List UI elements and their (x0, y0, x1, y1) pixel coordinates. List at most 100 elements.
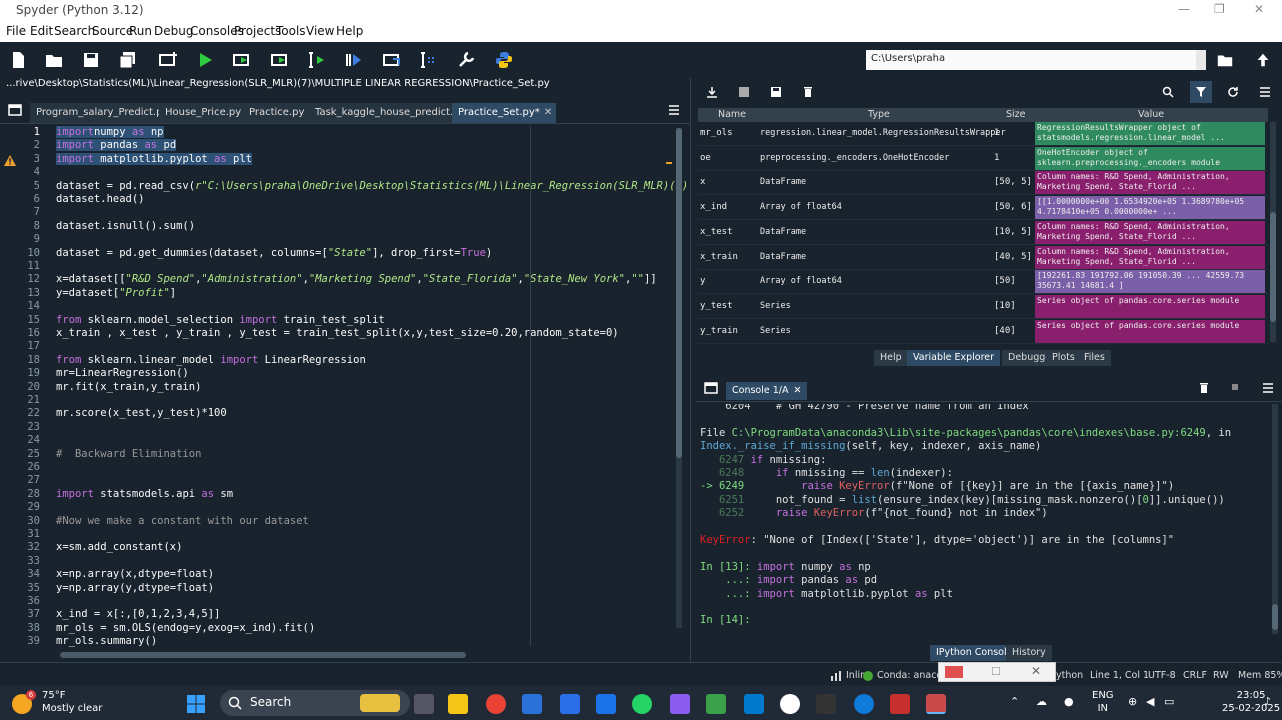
start-icon[interactable] (186, 694, 206, 714)
variable-row[interactable]: y_test Series [10] Series object of pandas.… (698, 294, 1268, 319)
terminal-icon[interactable] (816, 694, 836, 714)
console-output[interactable]: 6204 # GH 42790 - Preserve name from an … (700, 404, 1270, 640)
parent-directory-icon[interactable] (1254, 51, 1272, 69)
variable-row[interactable]: oe preprocessing._encoders.OneHotEncoder 1… (698, 146, 1268, 171)
new-file-icon[interactable] (8, 50, 28, 70)
close-button[interactable]: ✕ (1254, 2, 1264, 16)
winrar-icon[interactable] (560, 694, 580, 714)
remove-all-variables-icon[interactable] (802, 86, 814, 98)
notepad-icon[interactable] (706, 694, 726, 714)
header-type[interactable]: Type (868, 109, 890, 120)
store-icon[interactable] (522, 694, 542, 714)
clock[interactable]: 23:05 25-02-2025 (1222, 689, 1280, 715)
menu-run[interactable]: Run (129, 24, 152, 38)
spyder-taskbar-icon[interactable] (926, 694, 946, 714)
language-indicator[interactable]: ENG IN (1092, 689, 1114, 715)
open-file-icon[interactable] (44, 50, 64, 70)
debug-selection-icon[interactable] (419, 50, 439, 70)
console-scrollbar[interactable] (1272, 404, 1278, 634)
variable-row[interactable]: x_train DataFrame [40, 5] Column names: R&D… (698, 245, 1268, 270)
preview-close-icon[interactable]: ✕ (1031, 664, 1041, 678)
working-directory-dropdown[interactable] (1196, 50, 1206, 70)
task-view-icon[interactable] (414, 694, 434, 714)
working-directory-input[interactable]: C:\Users\praha (866, 50, 1206, 70)
refresh-icon[interactable] (1227, 86, 1239, 98)
variable-row[interactable]: x_test DataFrame [10, 5] Column names: R&D … (698, 220, 1268, 245)
tab-files[interactable]: Files (1078, 350, 1111, 366)
run-cell-icon[interactable] (232, 50, 252, 70)
taskbar-search[interactable]: Search (220, 690, 410, 716)
remove-console-icon[interactable] (1198, 382, 1210, 394)
outlook-icon[interactable] (596, 694, 616, 714)
chatgpt-icon[interactable] (780, 694, 800, 714)
app-icon[interactable] (890, 694, 910, 714)
variable-row[interactable]: mr_ols regression.linear_model.Regression… (698, 122, 1268, 146)
weather-widget[interactable]: 75°F Mostly clear (42, 689, 102, 715)
preview-maximize-icon[interactable]: ☐ (991, 665, 1001, 678)
battery-icon[interactable]: ▭ (1164, 695, 1174, 708)
save-data-icon[interactable] (738, 86, 750, 98)
header-size[interactable]: Size (1006, 109, 1026, 120)
stop-kernel-icon[interactable] (1230, 382, 1240, 392)
wifi-icon[interactable]: ⊕ (1128, 695, 1137, 708)
close-tab-icon[interactable]: ✕ (544, 107, 552, 118)
menu-projects[interactable]: Projects (234, 24, 281, 38)
run-selection-icon[interactable] (307, 50, 327, 70)
tab-practice-set[interactable]: Practice_Set.py* ✕ (452, 103, 558, 123)
tab-help[interactable]: Help (874, 350, 908, 366)
preferences-wrench-icon[interactable] (456, 50, 476, 70)
variable-row[interactable]: y Array of float64 [50] [192261.83 191792.0… (698, 270, 1268, 295)
python-status[interactable]: ython (1056, 670, 1083, 681)
options-menu-icon[interactable] (1262, 382, 1274, 394)
run-file-icon[interactable] (195, 50, 215, 70)
onedrive-icon[interactable]: ☁ (1036, 695, 1047, 708)
chrome-icon[interactable] (486, 694, 506, 714)
notifications-icon[interactable]: ♪ (1264, 695, 1271, 708)
import-data-icon[interactable] (706, 86, 718, 98)
menu-debug[interactable]: Debug (154, 24, 193, 38)
menu-help[interactable]: Help (336, 24, 363, 38)
tab-plots[interactable]: Plots (1046, 350, 1081, 366)
microphone-icon[interactable]: ● (1064, 695, 1074, 708)
menu-search[interactable]: Search (54, 24, 95, 38)
browse-folder-icon[interactable] (1216, 51, 1234, 69)
debug-cell-icon[interactable] (382, 50, 402, 70)
volume-icon[interactable]: ◀ (1146, 695, 1154, 708)
variable-row[interactable]: x DataFrame [50, 5] Column names: R&D Spend… (698, 171, 1268, 196)
maximize-button[interactable]: ❐ (1214, 2, 1225, 16)
tab-variable-explorer[interactable]: Variable Explorer (907, 350, 1001, 366)
options-menu-icon[interactable] (1259, 86, 1271, 98)
menu-edit[interactable]: Edit (30, 24, 53, 38)
header-name[interactable]: Name (718, 109, 746, 120)
browse-tabs-icon[interactable] (704, 382, 718, 394)
save-all-icon[interactable] (118, 50, 138, 70)
new-cell-icon[interactable] (158, 50, 178, 70)
vscode-icon[interactable] (744, 694, 764, 714)
menu-source[interactable]: Source (92, 24, 133, 38)
options-menu-icon[interactable] (668, 104, 680, 116)
minimize-button[interactable]: — (1178, 2, 1190, 16)
search-variables-icon[interactable] (1162, 86, 1174, 98)
close-tab-icon[interactable]: ✕ (793, 385, 801, 396)
tab-history[interactable]: History (1006, 645, 1052, 661)
run-to-line-icon[interactable] (344, 50, 364, 70)
variable-row[interactable]: x_ind Array of float64 [50, 6] [[1.0000000e… (698, 196, 1268, 221)
file-explorer-icon[interactable] (448, 694, 468, 714)
menu-view[interactable]: View (306, 24, 334, 38)
menu-tools[interactable]: Tools (276, 24, 306, 38)
whatsapp-icon[interactable] (632, 694, 652, 714)
editor-vertical-scrollbar[interactable] (676, 128, 682, 628)
copilot-icon[interactable] (670, 694, 690, 714)
code-area[interactable]: 1 importnumpy as np 2 import pandas as pd 3 i… (0, 126, 694, 648)
tab-console-1a[interactable]: Console 1/A ✕ (726, 382, 808, 400)
filter-variables-button[interactable] (1190, 81, 1212, 103)
tray-overflow-icon[interactable]: ⌃ (1010, 695, 1019, 708)
browse-tabs-icon[interactable] (8, 104, 22, 116)
save-data-as-icon[interactable] (770, 86, 782, 98)
run-cell-advance-icon[interactable] (270, 50, 290, 70)
edge-icon[interactable] (854, 694, 874, 714)
save-icon[interactable] (81, 50, 101, 70)
editor-horizontal-scrollbar[interactable] (60, 652, 466, 658)
menu-file[interactable]: File (6, 24, 26, 38)
variable-table-scrollbar[interactable] (1270, 122, 1276, 342)
